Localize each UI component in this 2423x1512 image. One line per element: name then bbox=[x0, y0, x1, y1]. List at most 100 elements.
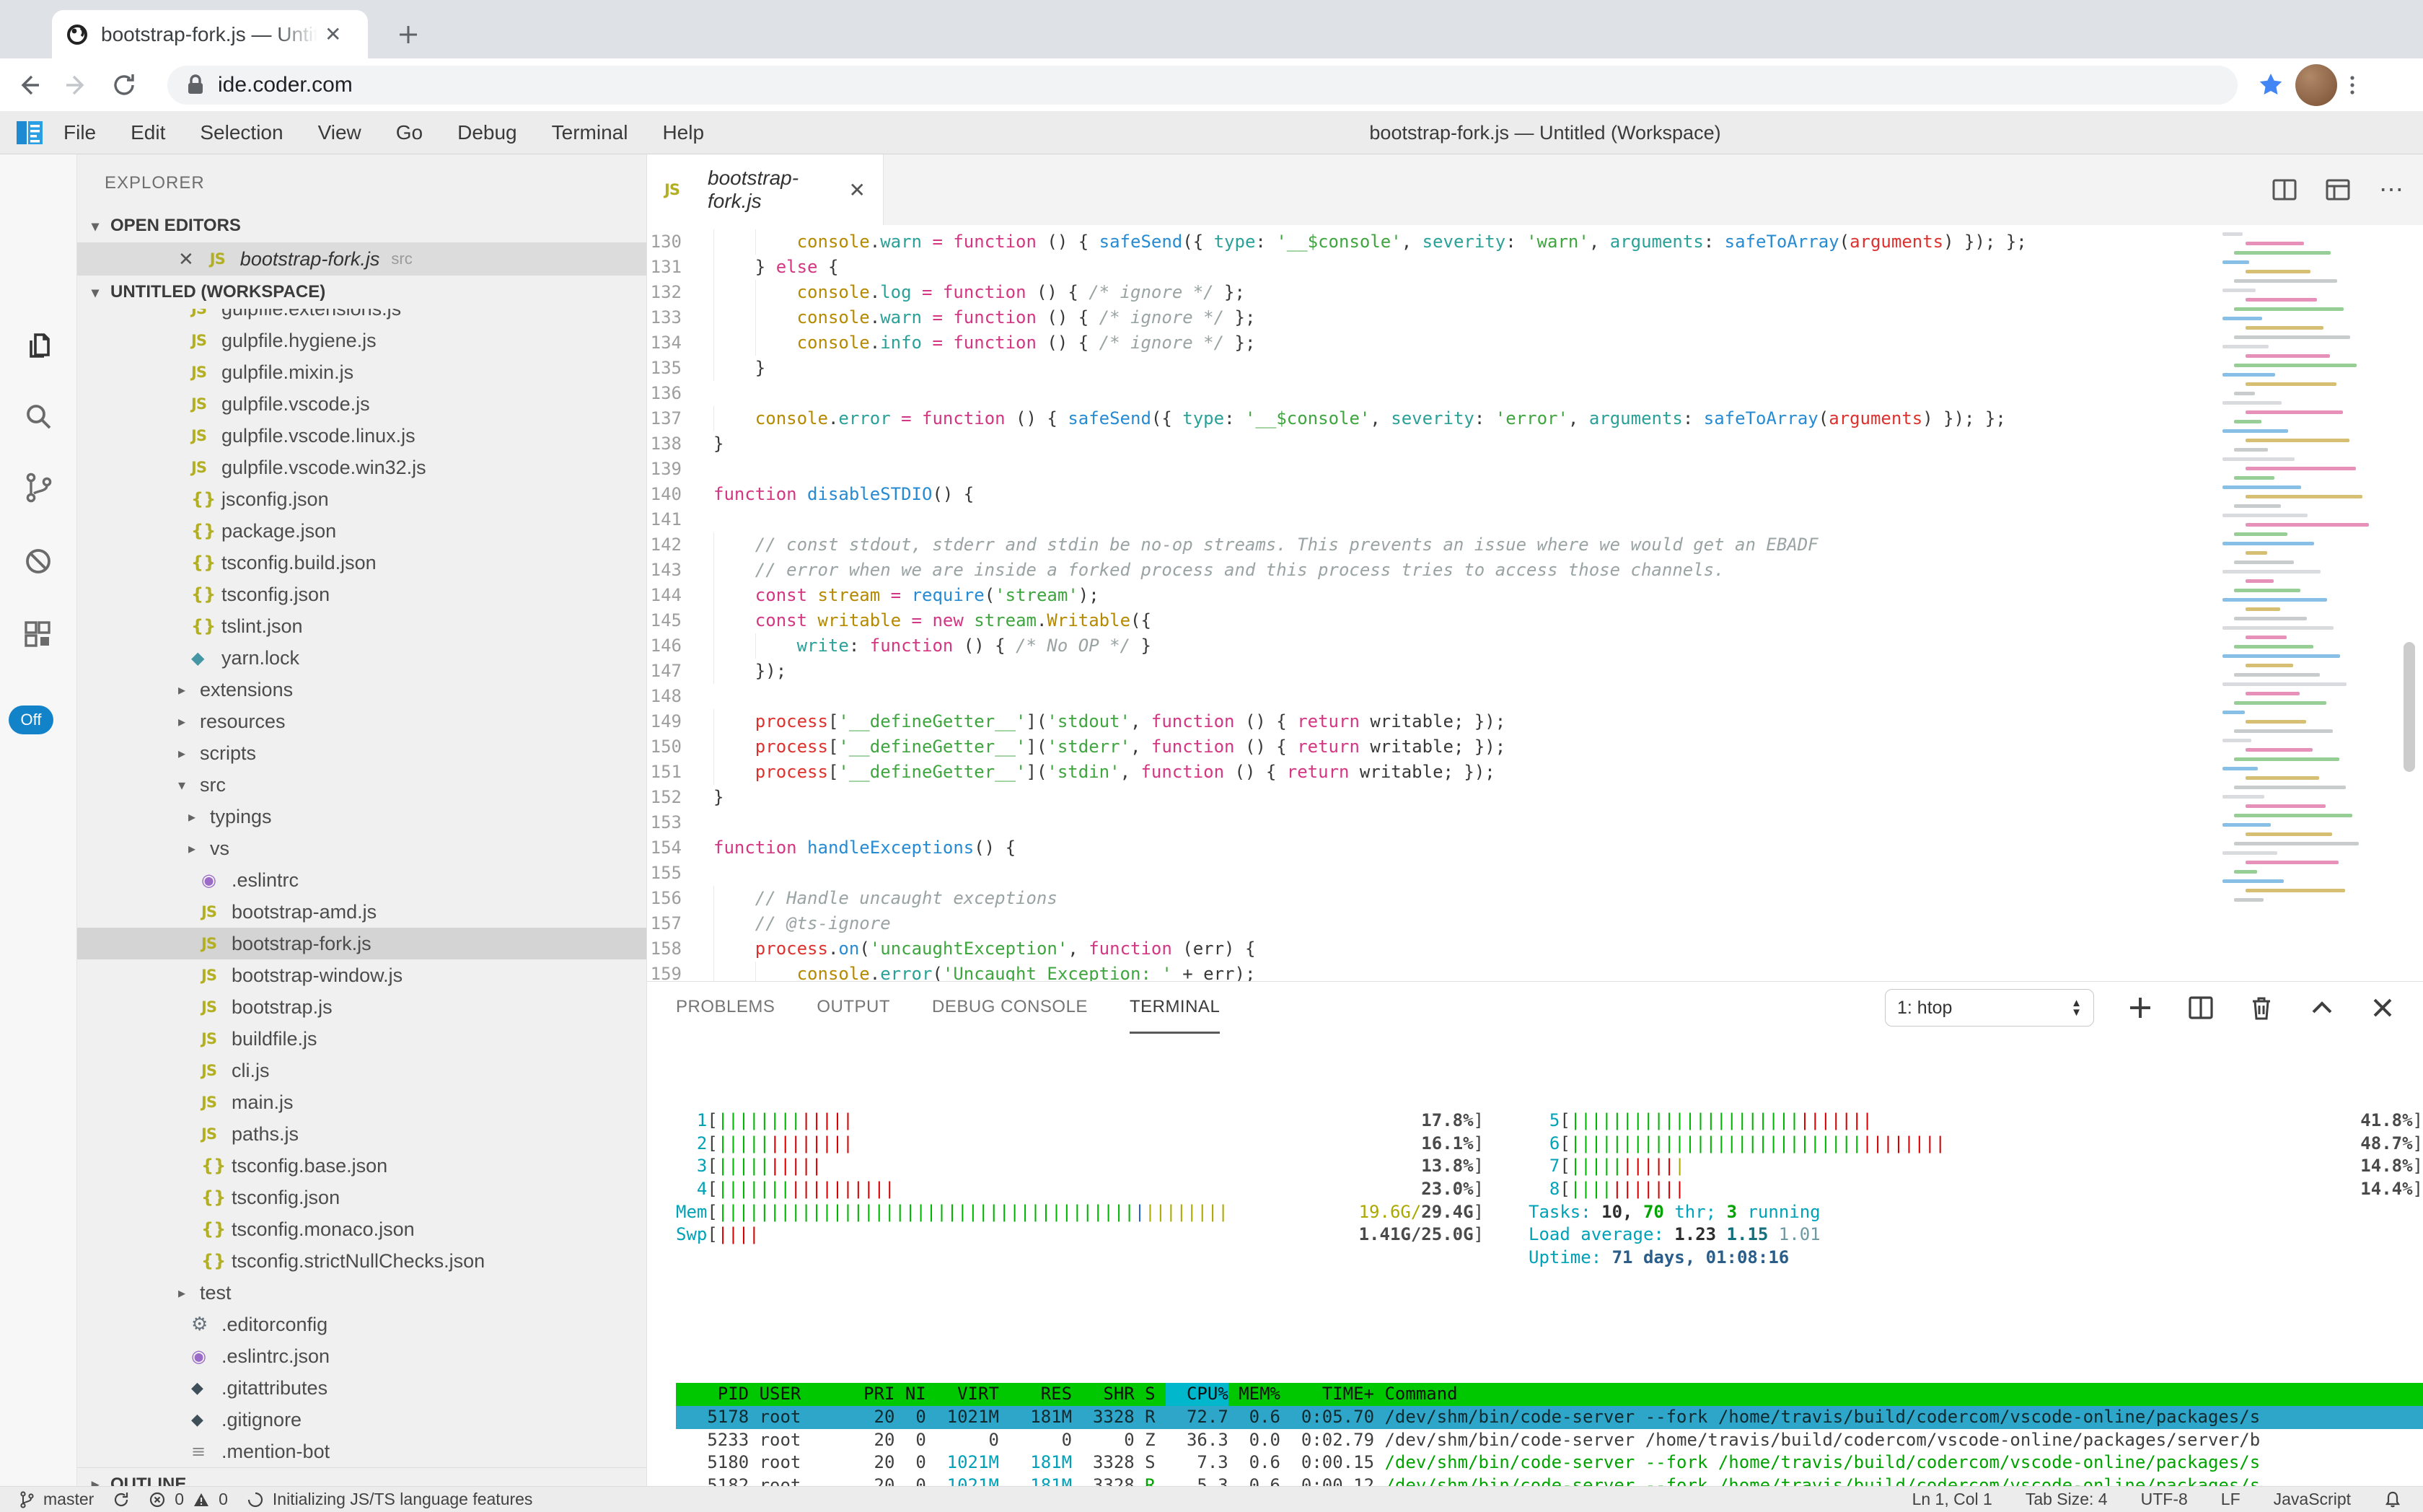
close-icon[interactable]: ✕ bbox=[178, 248, 194, 271]
tab-close-icon[interactable]: ✕ bbox=[325, 25, 341, 45]
tree-item-jsconfig.json[interactable]: {}jsconfig.json bbox=[77, 483, 646, 515]
menu-view[interactable]: View bbox=[318, 121, 361, 144]
tree-item-resources[interactable]: ▸resources bbox=[77, 706, 646, 737]
close-panel-icon[interactable] bbox=[2368, 993, 2397, 1022]
tree-item-extensions[interactable]: ▸extensions bbox=[77, 674, 646, 706]
section-workspace[interactable]: ▾UNTITLED (WORKSPACE) bbox=[77, 276, 646, 309]
browser-tab[interactable]: bootstrap-fork.js — Untitled (W ✕ bbox=[52, 10, 368, 58]
tree-item-bootstrap-window.js[interactable]: JSbootstrap-window.js bbox=[77, 959, 646, 991]
tree-item-scripts[interactable]: ▸scripts bbox=[77, 737, 646, 769]
extensions-icon[interactable] bbox=[19, 616, 57, 654]
chevron-right-icon: ▸ bbox=[178, 1284, 200, 1302]
kill-terminal-trash-icon[interactable] bbox=[2247, 993, 2276, 1022]
source-control-icon[interactable] bbox=[19, 469, 57, 506]
tree-item-src[interactable]: ▾src bbox=[77, 769, 646, 801]
tree-item-.eslintrc.json[interactable]: ◉.eslintrc.json bbox=[77, 1340, 646, 1372]
problems-indicator[interactable]: 0 0 bbox=[149, 1490, 228, 1509]
js-file-icon: JS bbox=[201, 967, 232, 984]
panel-tab-terminal[interactable]: TERMINAL bbox=[1130, 982, 1220, 1034]
tree-item-gulpfile.vscode.linux.js[interactable]: JSgulpfile.vscode.linux.js bbox=[77, 420, 646, 452]
menu-file[interactable]: File bbox=[63, 121, 96, 144]
search-icon[interactable] bbox=[19, 398, 57, 436]
offline-badge[interactable]: Off bbox=[9, 706, 53, 734]
tree-item-tsconfig.json[interactable]: {}tsconfig.json bbox=[77, 1182, 646, 1213]
panel-tab-debug-console[interactable]: DEBUG CONSOLE bbox=[932, 982, 1088, 1034]
tree-item-typings[interactable]: ▸typings bbox=[77, 801, 646, 832]
menu-debug[interactable]: Debug bbox=[457, 121, 517, 144]
tree-item-vs[interactable]: ▸vs bbox=[77, 832, 646, 864]
bookmark-star-icon[interactable] bbox=[2256, 71, 2285, 100]
more-actions-icon[interactable]: ⋯ bbox=[2377, 175, 2406, 204]
tree-item-bootstrap.js[interactable]: JSbootstrap.js bbox=[77, 991, 646, 1023]
editor-tab-close-icon[interactable]: ✕ bbox=[849, 178, 866, 202]
tree-item-gulpfile.vscode.js[interactable]: JSgulpfile.vscode.js bbox=[77, 388, 646, 420]
browser-menu-icon[interactable] bbox=[2347, 71, 2357, 100]
tree-item-tslint.json[interactable]: {}tslint.json bbox=[77, 610, 646, 642]
code-line-134: 134console.info = function () { /* ignor… bbox=[647, 330, 2423, 356]
menu-selection[interactable]: Selection bbox=[200, 121, 283, 144]
tree-item-.eslintrc[interactable]: ◉.eslintrc bbox=[77, 864, 646, 896]
eol-sequence[interactable]: LF bbox=[2221, 1490, 2240, 1509]
tree-item-.editorconfig[interactable]: ⚙.editorconfig bbox=[77, 1309, 646, 1340]
menu-go[interactable]: Go bbox=[396, 121, 423, 144]
tree-item-.mention-bot[interactable]: ≡.mention-bot bbox=[77, 1436, 646, 1467]
tree-item-tsconfig.json[interactable]: {}tsconfig.json bbox=[77, 579, 646, 610]
tree-item-test[interactable]: ▸test bbox=[77, 1277, 646, 1309]
tree-item-.gitignore[interactable]: ◆.gitignore bbox=[77, 1404, 646, 1436]
url-bar[interactable]: ide.coder.com bbox=[167, 66, 2238, 105]
debug-icon[interactable] bbox=[19, 542, 57, 580]
tree-item-bootstrap-fork.js[interactable]: JSbootstrap-fork.js bbox=[77, 928, 646, 959]
back-button[interactable] bbox=[10, 66, 48, 104]
tree-item-tsconfig.build.json[interactable]: {}tsconfig.build.json bbox=[77, 547, 646, 579]
reload-button[interactable] bbox=[105, 66, 143, 104]
forward-button[interactable] bbox=[58, 66, 95, 104]
avatar[interactable] bbox=[2295, 64, 2337, 106]
tree-item-tsconfig.monaco.json[interactable]: {}tsconfig.monaco.json bbox=[77, 1213, 646, 1245]
menu-help[interactable]: Help bbox=[662, 121, 704, 144]
split-editor-icon[interactable] bbox=[2270, 175, 2299, 204]
cursor-position[interactable]: Ln 1, Col 1 bbox=[1912, 1490, 1992, 1509]
tree-item-.gitattributes[interactable]: ◆.gitattributes bbox=[77, 1372, 646, 1404]
open-editor-item[interactable]: ✕ JS bootstrap-fork.js src bbox=[77, 242, 646, 276]
indentation[interactable]: Tab Size: 4 bbox=[2026, 1490, 2108, 1509]
sync-button[interactable] bbox=[113, 1491, 130, 1508]
editor-scrollbar[interactable] bbox=[2404, 642, 2415, 772]
panel-tab-problems[interactable]: PROBLEMS bbox=[676, 982, 775, 1034]
tree-item-main.js[interactable]: JSmain.js bbox=[77, 1086, 646, 1118]
explorer-icon[interactable] bbox=[19, 329, 57, 366]
editor-tab[interactable]: JS bootstrap-fork.js ✕ bbox=[647, 154, 884, 225]
tree-item-gulpfile.extensions.js[interactable]: JSgulpfile.extensions.js bbox=[77, 309, 646, 325]
tree-item-gulpfile.mixin.js[interactable]: JSgulpfile.mixin.js bbox=[77, 356, 646, 388]
maximize-panel-icon[interactable] bbox=[2308, 993, 2336, 1022]
toggle-layout-icon[interactable] bbox=[2323, 175, 2352, 204]
minimap[interactable] bbox=[2218, 225, 2391, 981]
notifications-bell-icon[interactable] bbox=[2384, 1490, 2401, 1509]
new-terminal-icon[interactable] bbox=[2126, 993, 2155, 1022]
tree-item-buildfile.js[interactable]: JSbuildfile.js bbox=[77, 1023, 646, 1055]
tree-item-yarn.lock[interactable]: ◆yarn.lock bbox=[77, 642, 646, 674]
terminal[interactable]: 1[|||||||||||||17.8%] 5[||||||||||||||||… bbox=[647, 1034, 2423, 1487]
new-tab-button[interactable] bbox=[390, 16, 427, 53]
editor-region: JS bootstrap-fork.js ✕ ⋯ 130console.warn… bbox=[647, 154, 2423, 981]
code-editor[interactable]: 130console.warn = function () { safeSend… bbox=[647, 225, 2423, 981]
tree-item-tsconfig.base.json[interactable]: {}tsconfig.base.json bbox=[77, 1150, 646, 1182]
tree-item-cli.js[interactable]: JScli.js bbox=[77, 1055, 646, 1086]
tree-item-gulpfile.vscode.win32.js[interactable]: JSgulpfile.vscode.win32.js bbox=[77, 452, 646, 483]
panel-header: PROBLEMS OUTPUT DEBUG CONSOLE TERMINAL 1: h… bbox=[647, 982, 2423, 1034]
section-outline[interactable]: ▸OUTLINE bbox=[77, 1467, 646, 1486]
section-open-editors[interactable]: ▾OPEN EDITORS bbox=[77, 209, 646, 242]
terminal-select[interactable]: 1: htop ▲▼ bbox=[1885, 989, 2094, 1027]
encoding[interactable]: UTF-8 bbox=[2141, 1490, 2188, 1509]
branch-indicator[interactable]: master bbox=[19, 1490, 94, 1509]
panel-tab-output[interactable]: OUTPUT bbox=[817, 982, 890, 1034]
tree-item-gulpfile.hygiene.js[interactable]: JSgulpfile.hygiene.js bbox=[77, 325, 646, 356]
tree-item-package.json[interactable]: {}package.json bbox=[77, 515, 646, 547]
tree-item-tsconfig.strictNullChecks.json[interactable]: {}tsconfig.strictNullChecks.json bbox=[77, 1245, 646, 1277]
tree-item-paths.js[interactable]: JSpaths.js bbox=[77, 1118, 646, 1150]
split-terminal-icon[interactable] bbox=[2186, 993, 2215, 1022]
menu-terminal[interactable]: Terminal bbox=[552, 121, 628, 144]
language-mode[interactable]: JavaScript bbox=[2274, 1490, 2351, 1509]
menu-edit[interactable]: Edit bbox=[131, 121, 165, 144]
tree-item-bootstrap-amd.js[interactable]: JSbootstrap-amd.js bbox=[77, 896, 646, 928]
code-line-151: 151process['__defineGetter__']('stdin', … bbox=[647, 760, 2423, 785]
